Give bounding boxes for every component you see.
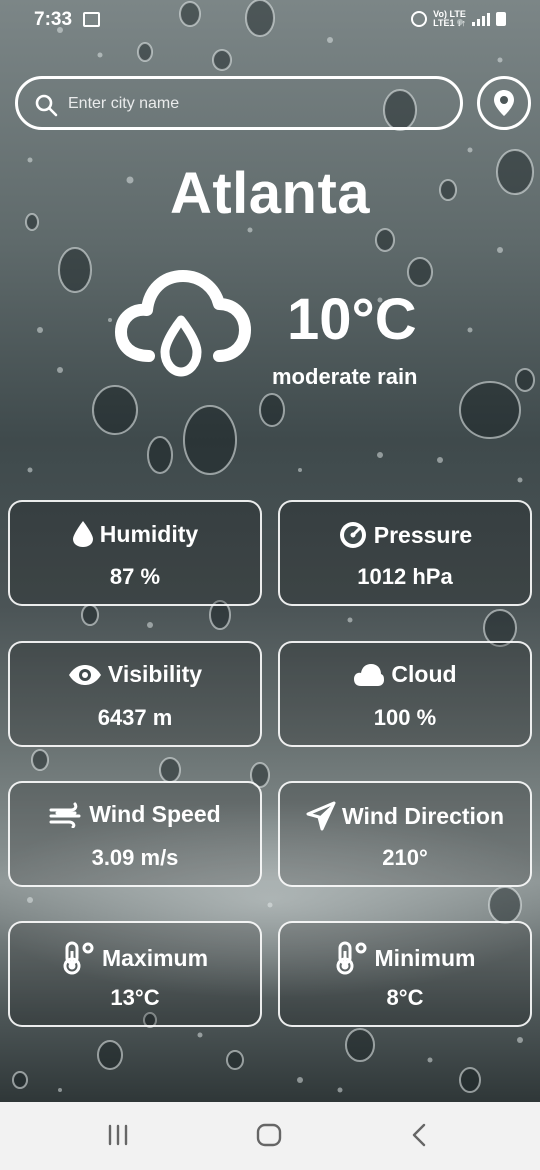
- wind-direction-label: Wind Direction: [341, 802, 505, 829]
- status-indicators: Vo) LTE LTE1 ↓↑: [411, 10, 506, 28]
- pressure-label: Pressure: [373, 521, 473, 548]
- signal-icon: [472, 12, 490, 26]
- maximum-temp-card: Maximum 13°C: [8, 921, 262, 1027]
- maximum-value: 13°C: [110, 985, 160, 1010]
- humidity-label: Humidity: [99, 520, 199, 547]
- thermometer-icon: [62, 941, 96, 975]
- gallery-notification-icon: [83, 12, 100, 27]
- visibility-label: Visibility: [107, 661, 203, 687]
- home-button[interactable]: [255, 1122, 283, 1148]
- maximum-label: Maximum: [101, 944, 209, 971]
- location-button[interactable]: [477, 76, 531, 130]
- location-pin-icon: [493, 89, 515, 117]
- status-bar: 7:33 Vo) LTE LTE1 ↓↑: [0, 0, 540, 40]
- search-bar[interactable]: [15, 76, 463, 130]
- humidity-card: Humidity 87 %: [8, 500, 262, 606]
- search-input[interactable]: [66, 89, 450, 119]
- wind-speed-label: Wind Speed: [89, 801, 221, 827]
- wind-speed-card: Wind Speed 3.09 m/s: [8, 781, 262, 887]
- cloud-icon: [353, 663, 385, 687]
- weather-description: moderate rain: [272, 364, 418, 389]
- wind-speed-value: 3.09 m/s: [91, 845, 179, 870]
- back-button[interactable]: [408, 1122, 432, 1148]
- pressure-card: Pressure 1012 hPa: [278, 500, 532, 606]
- network-line-2: LTE1 ↓↑: [433, 18, 466, 28]
- temperature: 10°C: [287, 287, 417, 352]
- minimum-label: Minimum: [374, 944, 476, 971]
- wind-direction-value: 210°: [382, 845, 428, 870]
- wind-icon: [49, 802, 83, 828]
- recent-apps-button[interactable]: [106, 1122, 130, 1148]
- gauge-icon: [338, 520, 368, 550]
- battery-icon: [496, 12, 506, 26]
- navigation-arrow-icon: [306, 801, 336, 831]
- humidity-value: 87 %: [109, 564, 161, 589]
- cloud-card: Cloud 100 %: [278, 641, 532, 747]
- status-time: 7:33: [34, 9, 73, 30]
- minimum-temp-card: Minimum 8°C: [278, 921, 532, 1027]
- visibility-value: 6437 m: [97, 705, 173, 730]
- thermometer-icon: [335, 941, 369, 975]
- network-indicator: Vo) LTE LTE1 ↓↑: [433, 10, 466, 28]
- visibility-card: Visibility 6437 m: [8, 641, 262, 747]
- cloud-label: Cloud: [391, 661, 457, 687]
- cloud-rain-icon: [113, 268, 251, 390]
- search-icon: [34, 93, 58, 117]
- drop-icon: [72, 520, 94, 548]
- minimum-value: 8°C: [386, 985, 424, 1010]
- cloud-value: 100 %: [373, 705, 437, 730]
- app-screen: 7:33 Vo) LTE LTE1 ↓↑ Enter city name Atl…: [0, 0, 540, 1102]
- wind-direction-card: Wind Direction 210°: [278, 781, 532, 887]
- eye-icon: [68, 664, 102, 686]
- system-nav-bar: [0, 1102, 540, 1170]
- pressure-value: 1012 hPa: [357, 564, 453, 589]
- alarm-icon: [411, 11, 428, 27]
- city-name: Atlanta: [169, 161, 371, 226]
